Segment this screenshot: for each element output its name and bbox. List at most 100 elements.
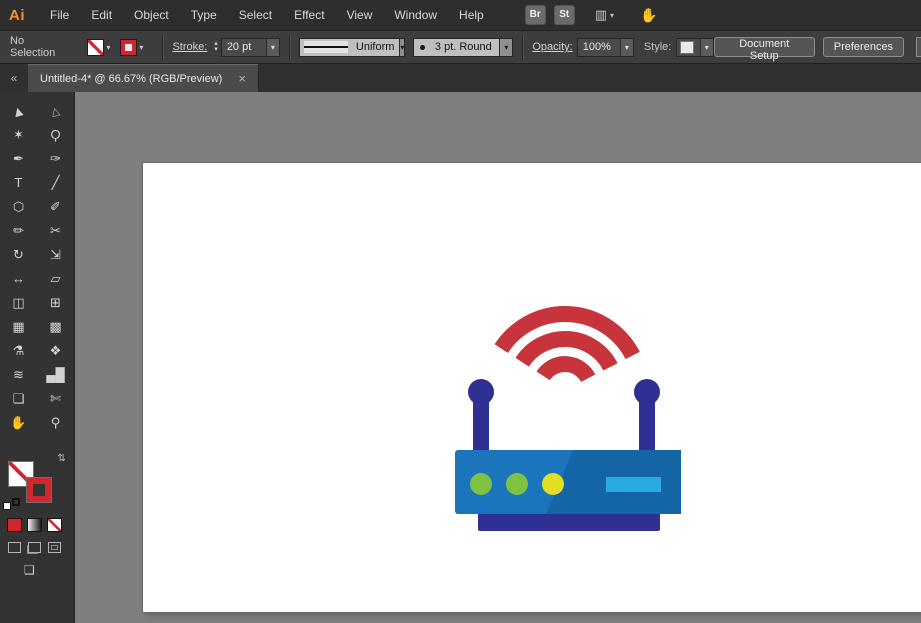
divider	[522, 34, 524, 60]
tab-bar: « Untitled-4* @ 66.67% (RGB/Preview) ×	[0, 64, 921, 92]
fill-color-control[interactable]: ▾	[87, 38, 111, 56]
blend-tool[interactable]: ❖	[37, 340, 74, 362]
stroke-panel-link[interactable]: Stroke:	[172, 41, 207, 53]
uniform-profile-preview	[303, 41, 348, 53]
led-1	[470, 473, 492, 495]
style-swatch	[680, 40, 695, 54]
stroke-swatch[interactable]	[26, 477, 52, 503]
shape-tool[interactable]: ⬡	[0, 196, 37, 218]
document-setup-button[interactable]: Document Setup	[713, 37, 815, 62]
eyedropper-tool[interactable]: ⚗	[0, 340, 37, 362]
chevron-down-icon: ▾	[106, 42, 111, 52]
pen-tool[interactable]: ✒	[0, 148, 37, 170]
width-profile-select[interactable]: Uniform ▾	[298, 37, 405, 57]
workspace-grid-icon: ▥	[594, 7, 608, 22]
stroke-weight-select[interactable]: 20 pt ▾	[220, 37, 280, 57]
canvas-pasteboard[interactable]	[75, 92, 921, 623]
lasso-tool[interactable]: Ϙ	[37, 124, 74, 146]
mesh-tool[interactable]: ▦	[0, 316, 37, 338]
line-segment-tool[interactable]: ╱	[37, 172, 74, 194]
collapse-dock-icon[interactable]: «	[0, 64, 28, 92]
draw-inside-mode-button[interactable]	[48, 542, 61, 553]
stroke-weight-value: 20 pt	[226, 41, 252, 53]
quick-button[interactable]: St	[553, 5, 575, 25]
direct-selection-tool[interactable]: ▷	[37, 100, 74, 122]
menu-list: File Edit Object Type Select Effect View Window…	[39, 0, 495, 30]
draw-behind-mode-button[interactable]	[28, 542, 41, 553]
menu-item[interactable]: Object	[123, 0, 180, 30]
app-logo[interactable]: Ai	[9, 7, 25, 24]
menu-bar: Ai File Edit Object Type Select Effect View Win…	[0, 0, 921, 30]
antenna-right-knob	[634, 379, 660, 405]
selection-tool[interactable]: ▶	[0, 100, 37, 122]
artboard-tool[interactable]: ❏	[0, 388, 37, 410]
stepper-down-icon[interactable]: ▾	[214, 46, 218, 53]
menu-item[interactable]: File	[39, 0, 80, 30]
shaper-tool[interactable]: ✏	[0, 220, 37, 242]
none-button[interactable]	[47, 518, 62, 532]
port-panel	[606, 477, 661, 492]
brush-preview-dot	[419, 44, 425, 50]
workspace-switcher[interactable]: ▥ ▾	[595, 7, 614, 23]
menu-item[interactable]: View	[336, 0, 384, 30]
color-button[interactable]	[7, 518, 22, 532]
style-label: Style:	[643, 41, 672, 53]
menu-item[interactable]: Help	[448, 0, 495, 30]
brush-value: 3 pt. Round	[434, 41, 492, 53]
magic-wand-tool[interactable]: ✶	[0, 124, 37, 146]
illustrator-app: Ai File Edit Object Type Select Effect View Win…	[0, 0, 921, 623]
selection-status: No Selection	[10, 35, 56, 59]
scissors-tool[interactable]: ✂	[37, 220, 74, 242]
close-tab-icon[interactable]: ×	[238, 71, 246, 86]
gradient-tool[interactable]: ▩	[37, 316, 74, 338]
stroke-weight-stepper[interactable]: ▴ ▾	[214, 40, 218, 53]
gradient-button[interactable]	[27, 518, 42, 532]
free-transform-tool[interactable]: ▱	[37, 268, 74, 290]
width-tool[interactable]: ↔	[0, 268, 37, 290]
paintbrush-tool[interactable]: ✐	[37, 196, 74, 218]
opacity-panel-link[interactable]: Opacity:	[532, 41, 572, 53]
menu-item[interactable]: Type	[180, 0, 228, 30]
menu-item[interactable]: Effect	[283, 0, 335, 30]
chevron-down-icon[interactable]: ▾	[499, 38, 513, 56]
swap-fill-stroke-icon[interactable]: ⇄	[56, 453, 67, 461]
opacity-value: 100%	[582, 41, 611, 53]
draw-normal-mode-button[interactable]	[8, 542, 21, 553]
preferences-button[interactable]: Preferences	[822, 37, 905, 57]
symbol-sprayer-tool[interactable]: ≋	[0, 364, 37, 386]
brush-select[interactable]: 3 pt. Round ▾	[412, 37, 514, 57]
wifi-router-illustration[interactable]	[443, 288, 693, 538]
menu-item[interactable]: Window	[383, 0, 448, 30]
slice-tool[interactable]: ✄	[37, 388, 74, 410]
default-fill-stroke-icon[interactable]	[3, 498, 20, 512]
led-3	[542, 473, 564, 495]
chevron-down-icon[interactable]: ▾	[399, 38, 405, 56]
menu-item[interactable]: Edit	[80, 0, 123, 30]
quick-button[interactable]: Br	[524, 5, 546, 25]
rotate-tool[interactable]: ↻	[0, 244, 37, 266]
shape-builder-tool[interactable]: ◫	[0, 292, 37, 314]
mini-stroke-icon	[12, 498, 20, 506]
column-graph-tool[interactable]: ▄█	[37, 364, 74, 386]
style-select[interactable]: ▾	[676, 37, 714, 57]
document-tab[interactable]: Untitled-4* @ 66.67% (RGB/Preview) ×	[28, 64, 259, 92]
stroke-red-swatch	[120, 38, 138, 56]
scale-tool[interactable]: ⇲	[37, 244, 74, 266]
stroke-color-control[interactable]: ▾	[120, 38, 143, 56]
perspective-grid-tool[interactable]: ⊞	[37, 292, 74, 314]
zoom-tool[interactable]: ⚲	[37, 412, 74, 434]
drawing-mode-buttons	[0, 542, 74, 553]
touch-workspace-icon[interactable]: ✋	[640, 7, 657, 24]
chevron-down-icon[interactable]: ▾	[699, 38, 713, 56]
tool-grid: ▶ ▷ ✶ Ϙ ✒ ✑ T ╱ ⬡ ✐ ✏ ✂ ↻ ⇲ ↔ ▱ ◫ ⊞ ▦ ▩ …	[0, 100, 74, 434]
opacity-select[interactable]: 100% ▾	[576, 37, 634, 57]
chevron-down-icon[interactable]: ▾	[265, 38, 279, 56]
screen-mode-button[interactable]: ❑	[24, 563, 74, 577]
document-tab-title: Untitled-4* @ 66.67% (RGB/Preview)	[40, 72, 223, 85]
curvature-tool[interactable]: ✑	[37, 148, 74, 170]
menu-item[interactable]: Select	[228, 0, 283, 30]
fill-stroke-indicator: ⇄	[0, 453, 74, 514]
chevron-down-icon[interactable]: ▾	[619, 38, 633, 56]
hand-tool[interactable]: ✋	[0, 412, 37, 434]
type-tool[interactable]: T	[0, 172, 37, 194]
